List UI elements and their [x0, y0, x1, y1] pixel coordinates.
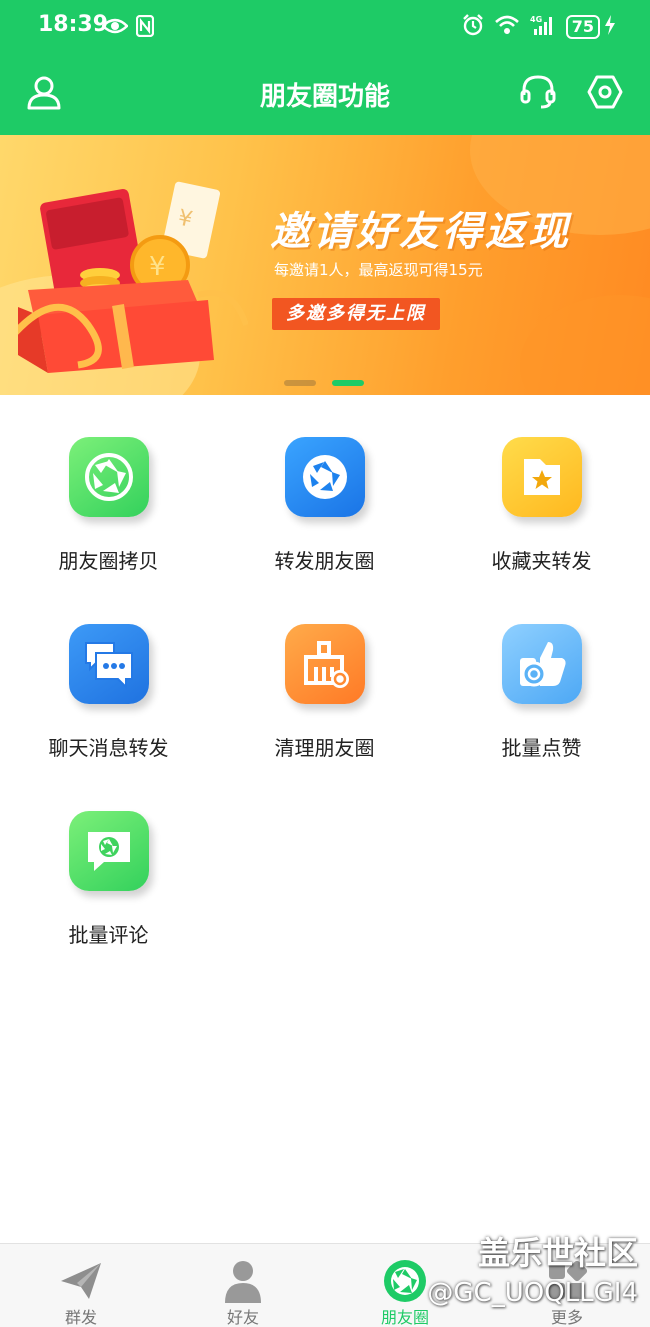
battery-indicator: 75: [565, 15, 616, 39]
status-time: 18:39: [38, 12, 109, 37]
feature-forward-moments[interactable]: 转发朋友圈: [216, 395, 433, 582]
settings-button[interactable]: [585, 74, 625, 114]
aperture-icon: [285, 437, 365, 517]
watermark-line2: @GC_UOQLLGI4: [427, 1278, 638, 1308]
star-folder-icon: [502, 437, 582, 517]
nfc-icon: [135, 14, 155, 41]
tab-label: 群发: [64, 1308, 97, 1327]
feature-label: 朋友圈拷贝: [58, 549, 159, 573]
feature-moments-copy[interactable]: 朋友圈拷贝: [0, 395, 217, 582]
headset-icon: [519, 73, 557, 115]
eye-icon: [101, 17, 129, 39]
banner-subtitle: 每邀请1人，最高返现可得15元: [274, 261, 483, 279]
promo-banner[interactable]: ¥ ¥ 邀请好友得返现 每邀请1人，最高返现可得15元 多邀多得无上限: [0, 135, 650, 395]
feature-label: 批量点赞: [501, 736, 582, 760]
cellular-signal-icon: 4G: [530, 14, 556, 40]
feature-label: 清理朋友圈: [274, 736, 375, 760]
carousel-dot[interactable]: [284, 380, 316, 386]
feature-bulk-like[interactable]: 批量点赞: [433, 582, 650, 769]
banner-tag: 多邀多得无上限: [272, 298, 440, 330]
carousel-indicator: [284, 380, 364, 386]
feature-clean-moments[interactable]: 清理朋友圈: [216, 582, 433, 769]
feature-label: 转发朋友圈: [274, 549, 375, 573]
app-top-bar: 18:39 4G 75 朋友圈功能: [0, 0, 650, 135]
feature-chat-forward[interactable]: 聊天消息转发: [0, 582, 217, 769]
paper-plane-icon: [58, 1258, 104, 1304]
gift-box-illustration: ¥ ¥: [10, 175, 249, 375]
status-bar: 18:39 4G 75: [0, 0, 650, 56]
wifi-icon: [494, 15, 520, 39]
chat-bubbles-icon: [69, 624, 149, 704]
tab-friends[interactable]: 好友: [162, 1244, 324, 1327]
tab-mass-send[interactable]: 群发: [0, 1244, 162, 1327]
svg-text:4G: 4G: [530, 15, 542, 24]
feature-favorites-forward[interactable]: 收藏夹转发: [433, 395, 650, 582]
community-watermark: 盖乐世社区 @GC_UOQLLGI4: [427, 1228, 638, 1308]
alarm-icon: [462, 14, 484, 40]
person-icon: [220, 1258, 266, 1304]
app-header: 朋友圈功能: [0, 56, 650, 135]
feature-label: 聊天消息转发: [48, 736, 169, 760]
broom-icon: [285, 624, 365, 704]
banner-headline: 邀请好友得返现: [270, 209, 571, 255]
battery-level: 75: [565, 15, 600, 39]
aperture-icon: [382, 1258, 428, 1304]
gear-icon: [586, 73, 624, 115]
charging-icon: [604, 15, 616, 39]
feature-label: 批量评论: [68, 923, 149, 947]
comment-aperture-icon: [69, 811, 149, 891]
banner-decoration: [520, 295, 650, 395]
feature-bulk-comment[interactable]: 批量评论: [0, 769, 217, 956]
watermark-line1: 盖乐世社区: [477, 1234, 638, 1272]
tab-label: 好友: [226, 1308, 259, 1327]
thumbs-up-icon: [502, 624, 582, 704]
aperture-icon: [69, 437, 149, 517]
carousel-dot-active[interactable]: [332, 380, 364, 386]
customer-service-button[interactable]: [518, 74, 558, 114]
svg-text:¥: ¥: [149, 252, 166, 282]
feature-label: 收藏夹转发: [491, 549, 592, 573]
